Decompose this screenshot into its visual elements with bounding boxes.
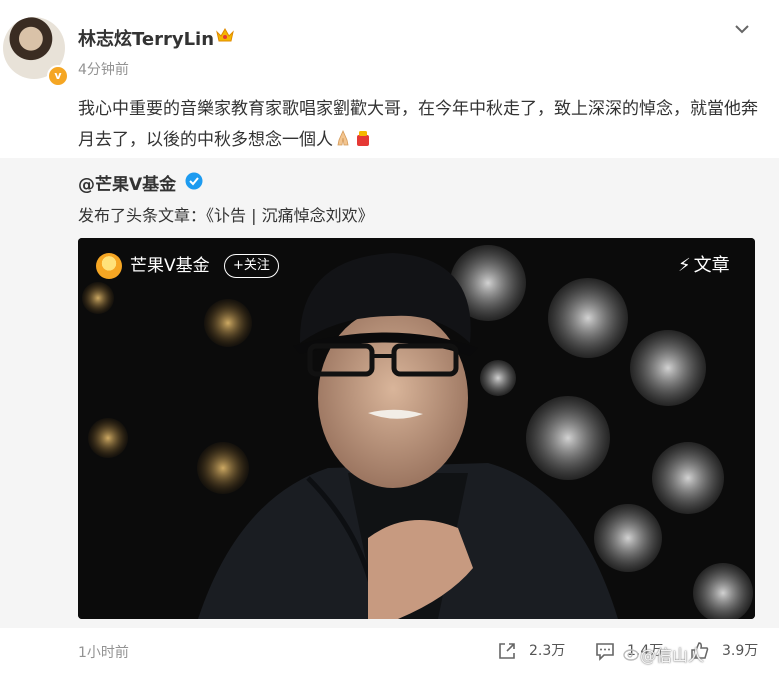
watermark: @信山人 [640, 646, 705, 665]
share-icon [499, 643, 515, 659]
article-tag-label: 文章 [693, 255, 730, 276]
chevron-down-icon[interactable] [733, 20, 751, 38]
bolt-icon: ⚡ [678, 255, 691, 276]
post-timestamp[interactable]: 1小时前 [78, 642, 129, 662]
original-text[interactable]: 发布了头条文章：《讣告 | 沉痛悼念刘欢》 [78, 202, 374, 226]
username[interactable]: 林志炫TerryLin [78, 25, 214, 51]
card-account-name[interactable]: 芒果V基金 [130, 253, 210, 279]
post-footer: 1小时前 2.3万 1.4万 3.9万 @信山人 [0, 628, 779, 675]
crown-icon [216, 27, 234, 42]
follow-button[interactable]: +关注 [224, 254, 279, 278]
post-text: 我心中重要的音樂家教育家歌唱家劉歡大哥，在今年中秋走了，致上深深的悼念，就當他奔… [78, 94, 768, 156]
post-text-content: 我心中重要的音樂家教育家歌唱家劉歡大哥，在今年中秋走了，致上深深的悼念，就當他奔… [78, 99, 758, 150]
verified-badge-icon: v [47, 65, 69, 87]
comment-icon [596, 643, 614, 661]
original-author[interactable]: @芒果V基金 [78, 170, 176, 195]
account-logo-icon [96, 253, 122, 279]
article-cover-image [78, 238, 755, 619]
weibo-watermark-icon [623, 649, 639, 661]
share-count: 2.3万 [529, 643, 566, 659]
post-header: v 林志炫TerryLin 4分钟前 [0, 0, 779, 90]
mooncake-icon [357, 131, 369, 146]
post-time-ago[interactable]: 4分钟前 [78, 59, 129, 79]
like-count: 3.9万 [722, 643, 759, 659]
article-tag: ⚡ 文章 [678, 253, 730, 279]
pray-icon [337, 130, 349, 146]
repost-box[interactable]: @芒果V基金 发布了头条文章：《讣告 | 沉痛悼念刘欢》 芒果V基金 +关注 ⚡… [0, 158, 779, 628]
verified-icon [185, 172, 203, 190]
article-card[interactable]: 芒果V基金 +关注 ⚡ 文章 [78, 238, 755, 619]
